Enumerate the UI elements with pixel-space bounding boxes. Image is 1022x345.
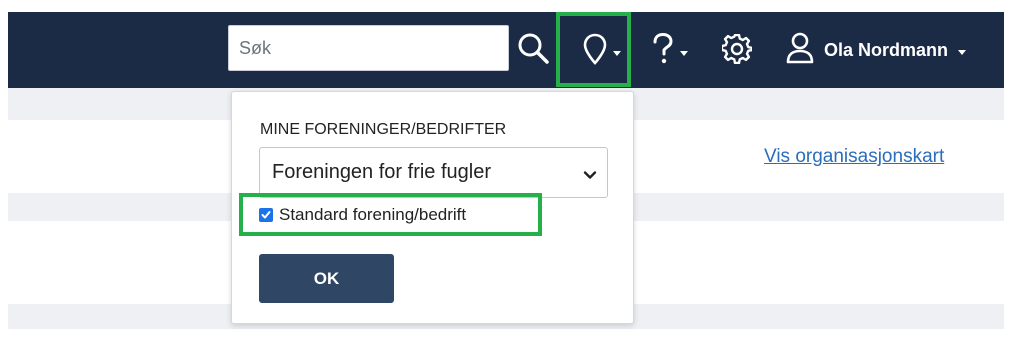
user-icon — [786, 32, 814, 69]
search-button[interactable] — [516, 31, 550, 70]
settings-button[interactable] — [720, 33, 754, 69]
gear-icon — [720, 33, 754, 69]
default-organization-label: Standard forening/bedrift — [279, 205, 467, 224]
user-name: Ola Nordmann — [824, 40, 949, 60]
help-icon — [652, 32, 674, 71]
top-navbar: Ola Nordmann — [8, 12, 1004, 88]
default-organization-checkbox[interactable] — [259, 208, 273, 222]
search-icon — [516, 31, 550, 70]
org-chart-link[interactable]: Vis organisasjonskart — [764, 146, 944, 168]
chevron-down-icon — [583, 165, 597, 188]
organization-button-highlight — [556, 12, 631, 87]
dropdown-title: MINE FORENINGER/BEDRIFTER — [260, 121, 507, 138]
selected-organization: Foreningen for frie fugler — [272, 161, 492, 183]
organization-dropdown: MINE FORENINGER/BEDRIFTER Foreningen for… — [231, 91, 634, 324]
ok-button[interactable]: OK — [259, 254, 394, 303]
content-card-3 — [8, 329, 1006, 345]
chevron-down-icon — [680, 50, 688, 56]
organization-select[interactable]: Foreningen for frie fugler — [259, 147, 608, 198]
help-button[interactable] — [652, 32, 688, 71]
user-menu-button[interactable]: Ola Nordmann — [786, 32, 967, 69]
search-input[interactable] — [228, 25, 509, 71]
default-organization-option[interactable]: Standard forening/bedrift — [259, 205, 466, 225]
chevron-down-icon — [958, 49, 967, 55]
